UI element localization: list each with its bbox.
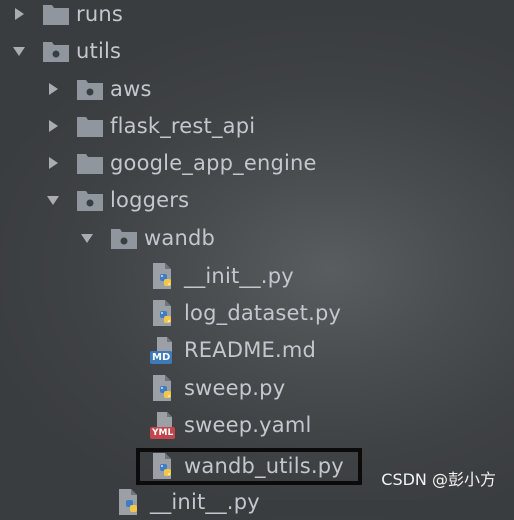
chevron-down-icon[interactable] xyxy=(78,229,96,247)
chevron-right-icon[interactable] xyxy=(44,117,62,135)
yaml-file-icon: YML xyxy=(150,411,178,439)
folder-icon xyxy=(76,112,104,140)
tree-item-label: flask_rest_api xyxy=(110,113,256,138)
python-file-icon xyxy=(150,374,178,402)
tree-item-flask-rest-api[interactable]: flask_rest_api xyxy=(44,107,255,144)
chevron-down-icon[interactable] xyxy=(10,42,28,60)
tree-item-init-py-partial[interactable]: __init__.py xyxy=(116,483,260,520)
tree-item-utils[interactable]: utils xyxy=(10,32,121,69)
tree-item-label: README.md xyxy=(184,337,317,362)
tree-item-init-py[interactable]: __init__.py xyxy=(150,257,294,294)
watermark-text: CSDN @彭小方 xyxy=(381,470,496,489)
markdown-file-icon: MD xyxy=(150,336,178,364)
package-folder-icon xyxy=(42,37,70,65)
tree-item-label: sweep.py xyxy=(184,375,286,400)
package-folder-icon xyxy=(110,224,138,252)
tree-item-label: loggers xyxy=(110,187,190,212)
tree-item-label: sweep.yaml xyxy=(184,412,312,437)
python-file-icon xyxy=(150,262,178,290)
package-folder-icon xyxy=(76,186,104,214)
folder-icon xyxy=(42,0,70,28)
tree-item-label: __init__.py xyxy=(150,489,260,514)
chevron-right-icon[interactable] xyxy=(44,80,62,98)
tree-item-label: wandb xyxy=(144,225,216,250)
tree-item-label: log_dataset.py xyxy=(184,300,342,325)
tree-item-aws[interactable]: aws xyxy=(44,70,152,107)
chevron-down-icon[interactable] xyxy=(44,191,62,209)
tree-item-log-dataset-py[interactable]: log_dataset.py xyxy=(150,294,341,331)
tree-item-runs[interactable]: runs xyxy=(10,0,123,32)
tree-item-label: aws xyxy=(110,76,152,101)
package-folder-icon xyxy=(76,75,104,103)
tree-item-label: __init__.py xyxy=(184,263,294,288)
tree-item-label: utils xyxy=(76,38,122,63)
chevron-right-icon[interactable] xyxy=(44,154,62,172)
highlight-box xyxy=(136,448,362,485)
tree-item-readme-md[interactable]: MD README.md xyxy=(150,331,316,368)
python-file-icon xyxy=(150,299,178,327)
project-file-tree: runs utils aws flask_rest_api google_app… xyxy=(0,0,514,515)
yaml-badge: YML xyxy=(150,426,176,439)
tree-item-sweep-py[interactable]: sweep.py xyxy=(150,369,285,406)
tree-item-sweep-yaml[interactable]: YML sweep.yaml xyxy=(150,406,312,443)
tree-item-loggers[interactable]: loggers xyxy=(44,181,189,218)
markdown-badge: MD xyxy=(150,350,173,364)
chevron-right-icon[interactable] xyxy=(10,5,28,23)
tree-item-wandb[interactable]: wandb xyxy=(78,219,215,256)
tree-item-label: google_app_engine xyxy=(110,150,317,175)
tree-item-label: runs xyxy=(76,1,123,26)
folder-icon xyxy=(76,149,104,177)
tree-item-google-app-engine[interactable]: google_app_engine xyxy=(44,144,317,181)
python-file-icon xyxy=(116,488,144,516)
